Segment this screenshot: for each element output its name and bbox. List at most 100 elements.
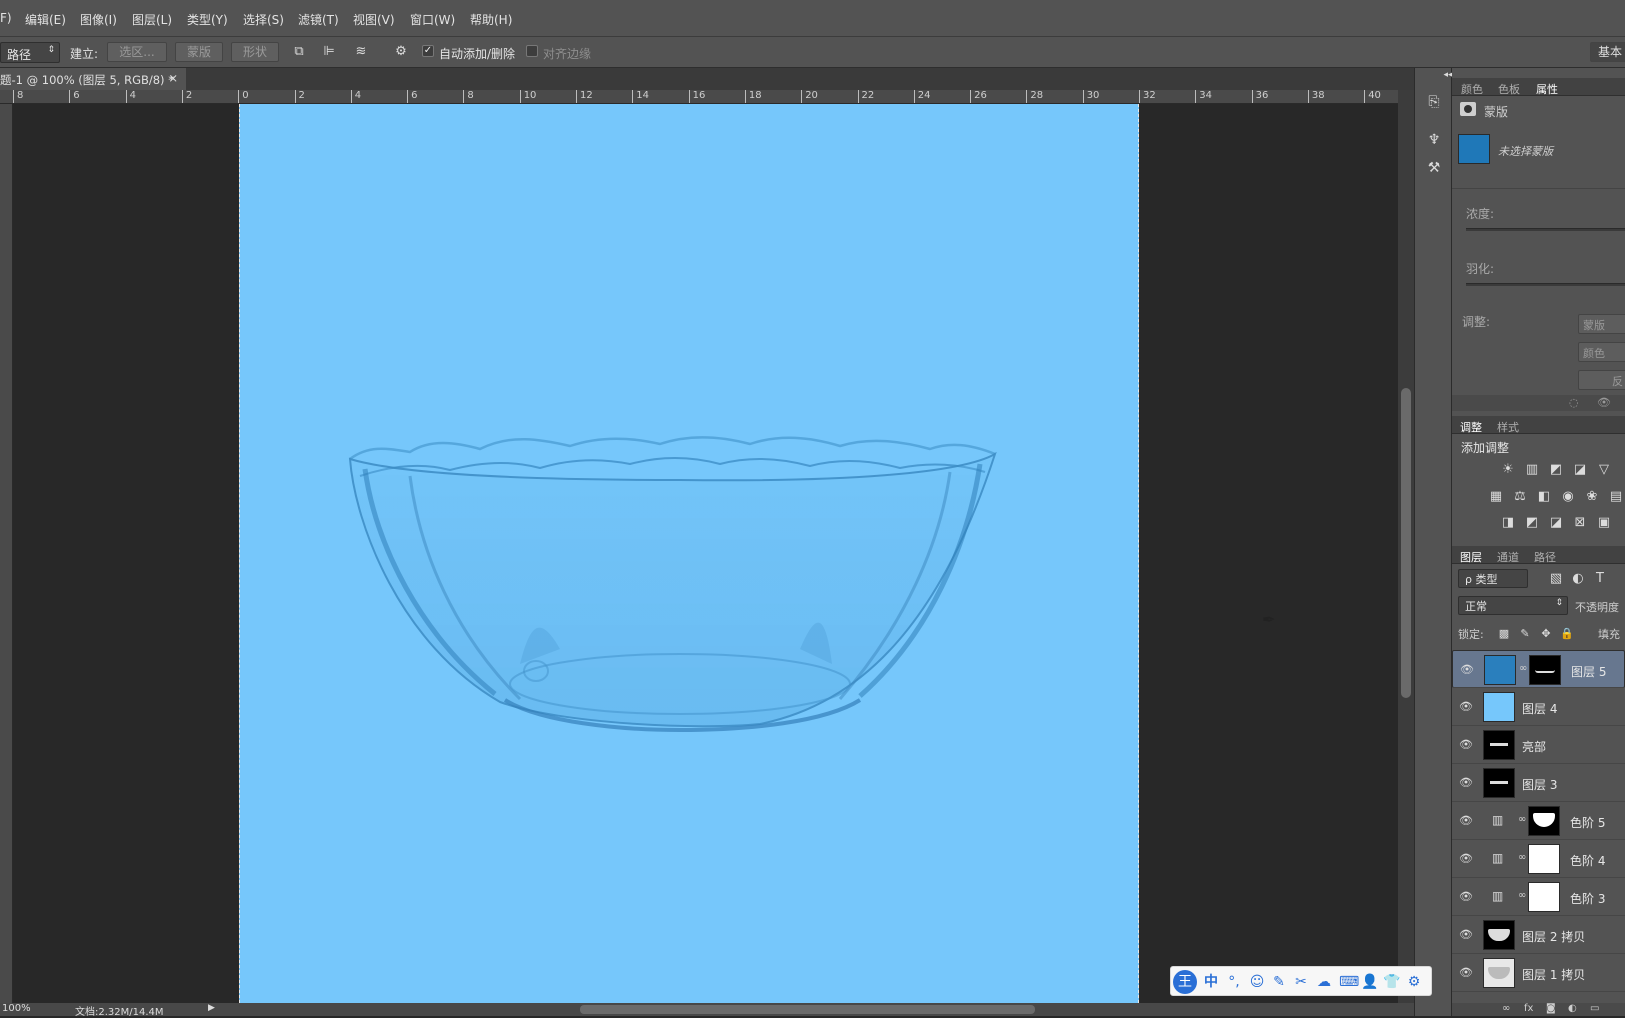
- levels-icon[interactable]: ▥: [1524, 462, 1540, 478]
- eye-icon[interactable]: 👁: [1459, 928, 1473, 941]
- menu-type[interactable]: 类型(Y): [187, 11, 228, 28]
- layer-mask-thumbnail[interactable]: [1528, 882, 1560, 912]
- link-layers-icon[interactable]: ∞: [1502, 1003, 1510, 1014]
- layer-row-1-copy[interactable]: 👁 图层 1 拷贝: [1452, 954, 1625, 992]
- menu-select[interactable]: 选择(S): [243, 11, 284, 28]
- lock-all-icon[interactable]: 🔒: [1559, 626, 1575, 642]
- density-slider[interactable]: [1466, 228, 1625, 231]
- layer-filter-select[interactable]: ρ 类型: [1458, 569, 1528, 588]
- layer-row-levels-4[interactable]: 👁 ▥ ∞ 色阶 4: [1452, 840, 1625, 878]
- horizontal-scroll-thumb[interactable]: [580, 1005, 1035, 1014]
- eye-icon[interactable]: 👁: [1459, 738, 1473, 751]
- filter-type-icon[interactable]: T: [1592, 571, 1608, 587]
- canvas-area[interactable]: ✒: [13, 104, 1398, 1003]
- new-adjustment-icon[interactable]: ◐: [1568, 1003, 1577, 1014]
- align-edges-checkbox[interactable]: [526, 45, 538, 57]
- close-tab-icon[interactable]: ×: [168, 71, 178, 85]
- channel-mixer-icon[interactable]: ❀: [1584, 489, 1600, 505]
- chain-link-icon[interactable]: ∞: [1518, 890, 1526, 901]
- history-icon[interactable]: ⎘: [1425, 94, 1443, 112]
- hue-saturation-icon[interactable]: ▦: [1488, 489, 1504, 505]
- document-tab[interactable]: 题-1 @ 100% (图层 5, RGB/8) * ×: [0, 68, 186, 90]
- eye-icon[interactable]: 👁: [1459, 852, 1473, 865]
- lock-transparency-icon[interactable]: ▩: [1496, 626, 1512, 642]
- tab-styles[interactable]: 样式: [1497, 419, 1519, 435]
- tab-channels[interactable]: 通道: [1497, 549, 1519, 565]
- posterize-icon[interactable]: ◩: [1524, 515, 1540, 531]
- menu-help[interactable]: 帮助(H): [470, 11, 512, 28]
- punctuation-icon[interactable]: °,: [1226, 974, 1242, 990]
- lock-pixels-icon[interactable]: ✎: [1517, 626, 1533, 642]
- settings-icon[interactable]: ⚙: [1406, 974, 1422, 990]
- load-selection-icon[interactable]: ◌: [1569, 396, 1579, 409]
- visibility-icon[interactable]: 👁: [1597, 396, 1611, 409]
- keyboard-icon[interactable]: ⌨: [1339, 974, 1359, 990]
- layer-row-levels-3[interactable]: 👁 ▥ ∞ 色阶 3: [1452, 878, 1625, 916]
- gradient-map-icon[interactable]: ▣: [1596, 515, 1612, 531]
- path-operations-icon[interactable]: ⧉: [290, 44, 308, 60]
- mask-button[interactable]: 蒙版: [175, 42, 223, 62]
- curves-icon[interactable]: ◩: [1548, 462, 1564, 478]
- layer-row-levels-5[interactable]: 👁 ▥ ∞ 色阶 5: [1452, 802, 1625, 840]
- ime-logo[interactable]: 王: [1173, 970, 1197, 994]
- fx-icon[interactable]: fx: [1524, 1003, 1533, 1014]
- chain-link-icon[interactable]: ∞: [1519, 663, 1527, 674]
- eye-icon[interactable]: 👁: [1459, 966, 1473, 979]
- zoom-level[interactable]: 100%: [2, 1003, 31, 1014]
- ime-language-toggle[interactable]: 中: [1203, 974, 1219, 990]
- shape-button[interactable]: 形状: [231, 42, 279, 62]
- status-arrow-icon[interactable]: ▶: [208, 1003, 215, 1013]
- workspace-button[interactable]: 基本: [1590, 42, 1625, 62]
- invert-icon[interactable]: ◨: [1500, 515, 1516, 531]
- lock-position-icon[interactable]: ✥: [1538, 626, 1554, 642]
- emoji-icon[interactable]: ☺: [1249, 974, 1265, 990]
- color-lookup-icon[interactable]: ▤: [1608, 489, 1624, 505]
- menu-view[interactable]: 视图(V): [353, 11, 395, 28]
- layer-row-2-copy[interactable]: 👁 图层 2 拷贝: [1452, 916, 1625, 954]
- tab-color[interactable]: 颜色: [1461, 81, 1483, 97]
- layer-mask-thumbnail[interactable]: [1529, 655, 1561, 685]
- exposure-icon[interactable]: ◪: [1572, 462, 1588, 478]
- add-mask-icon[interactable]: ◙: [1546, 1003, 1556, 1014]
- eye-icon[interactable]: 👁: [1459, 700, 1473, 713]
- tab-layers[interactable]: 图层: [1460, 549, 1482, 565]
- selection-button[interactable]: 选区...: [107, 42, 167, 62]
- menu-edit[interactable]: 编辑(E): [25, 11, 66, 28]
- layer-row-4[interactable]: 👁 图层 4: [1452, 688, 1625, 726]
- menu-window[interactable]: 窗口(W): [410, 11, 455, 28]
- layer-row-highlights[interactable]: 👁 亮部: [1452, 726, 1625, 764]
- layer-mask-thumbnail[interactable]: [1528, 806, 1560, 836]
- tab-adjustments[interactable]: 调整: [1460, 419, 1482, 435]
- chain-link-icon[interactable]: ∞: [1518, 852, 1526, 863]
- chain-link-icon[interactable]: ∞: [1518, 814, 1526, 825]
- eye-icon[interactable]: 👁: [1459, 776, 1473, 789]
- vertical-scroll-thumb[interactable]: [1401, 388, 1411, 698]
- auto-add-delete-checkbox[interactable]: ✓: [422, 45, 434, 57]
- selective-color-icon[interactable]: ⊠: [1572, 515, 1588, 531]
- shirt-icon[interactable]: 👕: [1383, 974, 1400, 990]
- path-arrangement-icon[interactable]: ≋: [352, 44, 370, 60]
- tab-properties[interactable]: 属性: [1536, 81, 1558, 97]
- brush-presets-icon[interactable]: ♆: [1425, 132, 1443, 150]
- pen-icon[interactable]: ✎: [1271, 974, 1287, 990]
- photo-filter-icon[interactable]: ◉: [1560, 489, 1576, 505]
- vertical-scrollbar[interactable]: [1398, 90, 1414, 1003]
- black-white-icon[interactable]: ◧: [1536, 489, 1552, 505]
- eye-icon[interactable]: 👁: [1459, 814, 1473, 827]
- blend-mode-select[interactable]: 正常 ⇕: [1458, 596, 1568, 615]
- menu-layer[interactable]: 图层(L): [132, 11, 172, 28]
- menu-image[interactable]: 图像(I): [80, 11, 117, 28]
- vibrance-icon[interactable]: ▽: [1596, 462, 1612, 478]
- eye-icon[interactable]: 👁: [1459, 890, 1473, 903]
- menu-filter[interactable]: 滤镜(T): [298, 11, 339, 28]
- menu-file[interactable]: F): [0, 11, 12, 25]
- threshold-icon[interactable]: ◪: [1548, 515, 1564, 531]
- feather-slider[interactable]: [1466, 283, 1625, 286]
- brightness-icon[interactable]: ☀: [1500, 462, 1516, 478]
- cloud-icon[interactable]: ☁: [1316, 974, 1332, 990]
- layer-row-3[interactable]: 👁 图层 3: [1452, 764, 1625, 802]
- filter-adjustment-icon[interactable]: ◐: [1570, 571, 1586, 587]
- tab-paths[interactable]: 路径: [1534, 549, 1556, 565]
- new-group-icon[interactable]: ▭: [1590, 1003, 1599, 1014]
- layer-mask-thumbnail[interactable]: [1528, 844, 1560, 874]
